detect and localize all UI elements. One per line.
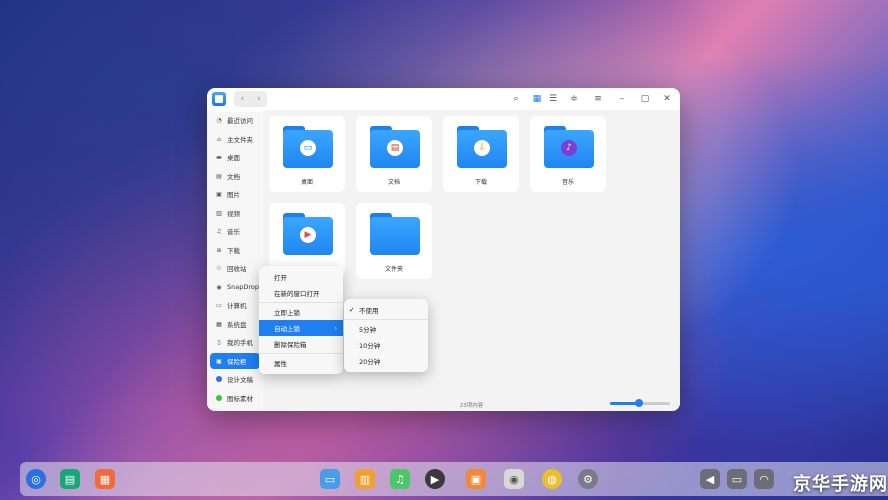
app-logo-icon bbox=[212, 92, 226, 106]
submenu-item-10min[interactable]: 10分钟 bbox=[344, 337, 428, 353]
list-view-icon[interactable]: ☰ bbox=[546, 92, 560, 106]
music-icon: ♫ bbox=[216, 227, 222, 235]
menu-item-auto-lock[interactable]: 自动上锁 › bbox=[259, 320, 343, 336]
snapdrop-icon: ◉ bbox=[216, 283, 222, 291]
folder-icon: ♪ bbox=[544, 126, 594, 168]
sidebar-item-phone[interactable]: ▯ 我的手机 bbox=[210, 334, 260, 350]
sidebar-item-pictures[interactable]: ▣ 图片 bbox=[210, 186, 260, 202]
phone-icon: ▯ bbox=[217, 338, 221, 346]
titlebar: ‹ › ⌕ ▦ ☰ ≑ ≡ – ▢ ✕ bbox=[207, 88, 680, 110]
checkmark-icon: ✓ bbox=[349, 306, 355, 314]
workspace-icon[interactable]: ▦ bbox=[95, 469, 115, 489]
folder-icon: ⇩ bbox=[457, 126, 507, 168]
desktop-icon: ▬ bbox=[216, 153, 222, 161]
navigation-buttons: ‹ › bbox=[234, 91, 267, 107]
maximize-icon[interactable]: ▢ bbox=[638, 92, 652, 106]
settings-icon[interactable]: ⚙ bbox=[578, 469, 598, 489]
status-bar: 23项内容 bbox=[263, 397, 680, 411]
sidebar-item-recent[interactable]: ◔ 最近访问 bbox=[210, 112, 260, 128]
image-viewer-icon[interactable]: ▣ bbox=[466, 469, 486, 489]
menu-item-properties[interactable]: 属性 bbox=[259, 355, 343, 371]
sidebar-item-home[interactable]: ⌂ 主文件夹 bbox=[210, 131, 260, 147]
multitask-view-icon[interactable]: ▤ bbox=[60, 469, 80, 489]
computer-icon: ▭ bbox=[216, 301, 222, 309]
sidebar-item-desktop[interactable]: ▬ 桌面 bbox=[210, 149, 260, 165]
back-button[interactable]: ‹ bbox=[234, 91, 251, 107]
sidebar-item-downloads[interactable]: ⊕ 下载 bbox=[210, 242, 260, 258]
tag-green-icon bbox=[215, 394, 223, 402]
sidebar-item-system-disk[interactable]: ▦ 系统盘 bbox=[210, 316, 260, 332]
music-player-icon[interactable]: ♫ bbox=[390, 469, 410, 489]
volume-icon[interactable]: ◀ bbox=[700, 469, 720, 489]
folder-new[interactable]: 文件夹 bbox=[356, 203, 432, 279]
folder-icon: ▭ bbox=[283, 126, 333, 168]
zoom-slider-handle[interactable] bbox=[635, 399, 643, 407]
camera-icon[interactable]: ◉ bbox=[504, 469, 524, 489]
zoom-slider-track[interactable] bbox=[640, 402, 670, 405]
sidebar-item-music[interactable]: ♫ 音乐 bbox=[210, 223, 260, 239]
grid-view-icon[interactable]: ▦ bbox=[530, 92, 544, 106]
app-store-icon[interactable]: ▥ bbox=[355, 469, 375, 489]
sidebar-item-trash[interactable]: ♲ 回收站 bbox=[210, 260, 260, 276]
menu-separator bbox=[259, 302, 343, 303]
chevron-right-icon: › bbox=[334, 324, 337, 332]
sidebar-item-snapdrop[interactable]: ◉ SnapDrop bbox=[210, 279, 260, 295]
tag-blue-icon bbox=[215, 375, 223, 383]
vault-icon: ▣ bbox=[216, 357, 222, 365]
menu-separator bbox=[344, 319, 428, 320]
folder-icon: ▶ bbox=[283, 213, 333, 255]
menu-separator bbox=[259, 353, 343, 354]
sidebar-item-design-docs[interactable]: 设计文稿 bbox=[210, 371, 260, 387]
folder-downloads[interactable]: ⇩ 下载 bbox=[443, 116, 519, 192]
folder-icon: ▤ bbox=[370, 126, 420, 168]
network-icon[interactable]: ◠ bbox=[754, 469, 774, 489]
folder-documents[interactable]: ▤ 文档 bbox=[356, 116, 432, 192]
videos-icon: ▥ bbox=[216, 209, 222, 217]
home-icon: ⌂ bbox=[217, 135, 221, 143]
menu-item-delete-vault[interactable]: 删除保险箱 bbox=[259, 336, 343, 352]
sidebar: ◔ 最近访问 ⌂ 主文件夹 ▬ 桌面 ▤ 文档 ▣ 图片 ▥ 视频 ♫ 音乐 ⊕ 下载 ♲ 回收站… bbox=[207, 112, 263, 411]
sort-icon[interactable]: ≑ bbox=[567, 92, 581, 106]
watermark-text: 京华手游网 bbox=[793, 474, 888, 495]
folder-icon bbox=[370, 213, 420, 255]
forward-button[interactable]: › bbox=[251, 91, 268, 107]
sidebar-item-computer[interactable]: ▭ 计算机 bbox=[210, 297, 260, 313]
disk-icon: ▦ bbox=[216, 320, 222, 328]
trash-icon: ♲ bbox=[216, 264, 222, 272]
taskbar-dock: ◎ ▤ ▦ ▭ ▥ ♫ ▶ ▣ ◉ ◍ ⚙ ◀ ▭ ◠ bbox=[20, 462, 888, 496]
recent-icon: ◔ bbox=[216, 116, 222, 124]
sidebar-item-vault[interactable]: ▣ 保险柜 bbox=[210, 353, 260, 369]
minimize-icon[interactable]: – bbox=[615, 92, 629, 106]
search-icon[interactable]: ⌕ bbox=[509, 92, 523, 106]
close-icon[interactable]: ✕ bbox=[660, 92, 674, 106]
context-menu: 打开 在新的窗口打开 立即上锁 自动上锁 › 删除保险箱 属性 bbox=[259, 266, 343, 374]
submenu-item-never[interactable]: ✓ 不使用 bbox=[344, 302, 428, 318]
video-player-icon[interactable]: ▶ bbox=[425, 469, 445, 489]
submenu-item-5min[interactable]: 5分钟 bbox=[344, 321, 428, 337]
file-manager-icon[interactable]: ▭ bbox=[320, 469, 340, 489]
folder-desktop[interactable]: ▭ 桌面 bbox=[269, 116, 345, 192]
downloads-icon: ⊕ bbox=[216, 246, 222, 254]
display-icon[interactable]: ▭ bbox=[727, 469, 747, 489]
folder-music[interactable]: ♪ 音乐 bbox=[530, 116, 606, 192]
documents-icon: ▤ bbox=[216, 172, 222, 180]
menu-item-open-new-window[interactable]: 在新的窗口打开 bbox=[259, 285, 343, 301]
sidebar-item-icon-assets[interactable]: 图标素材 bbox=[210, 390, 260, 406]
launcher-icon[interactable]: ◎ bbox=[26, 469, 46, 489]
menu-icon[interactable]: ≡ bbox=[591, 92, 605, 106]
sidebar-item-videos[interactable]: ▥ 视频 bbox=[210, 205, 260, 221]
submenu-item-20min[interactable]: 20分钟 bbox=[344, 353, 428, 369]
menu-item-open[interactable]: 打开 bbox=[259, 269, 343, 285]
sidebar-item-documents[interactable]: ▤ 文档 bbox=[210, 168, 260, 184]
browser-icon[interactable]: ◍ bbox=[542, 469, 562, 489]
auto-lock-submenu: ✓ 不使用 5分钟 10分钟 20分钟 bbox=[344, 299, 428, 372]
menu-item-lock-now[interactable]: 立即上锁 bbox=[259, 304, 343, 320]
pictures-icon: ▣ bbox=[216, 190, 222, 198]
